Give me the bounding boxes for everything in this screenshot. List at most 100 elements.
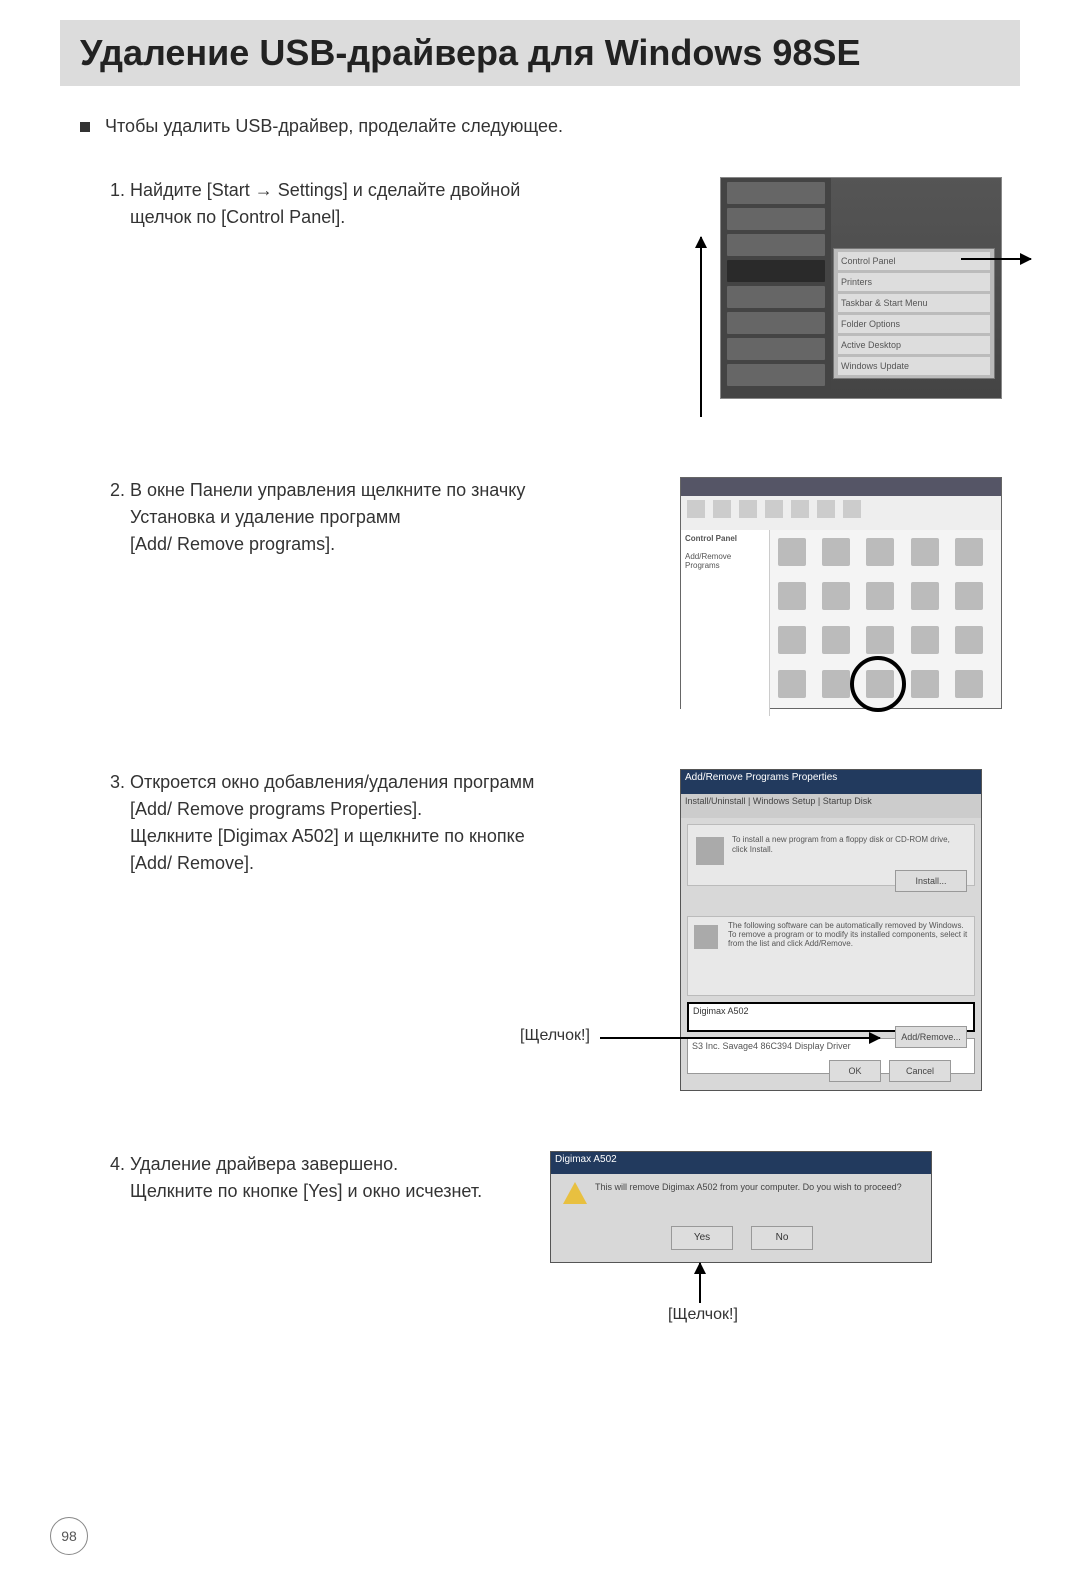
install-icon bbox=[696, 837, 724, 865]
cp-icon bbox=[955, 626, 983, 654]
intro-text: Чтобы удалить USB-драйвер, проделайте сл… bbox=[105, 116, 563, 136]
menu-item bbox=[727, 182, 825, 204]
submenu-item: Control Panel bbox=[838, 252, 990, 270]
step-4-line1: Удаление драйвера завершено. bbox=[130, 1154, 398, 1174]
step-3: 3. Откроется окно добавления/удаления пр… bbox=[110, 769, 1020, 1091]
cp-icon bbox=[822, 582, 850, 610]
step-4-number: 4. bbox=[110, 1154, 125, 1174]
step-3-line4: [Add/ Remove]. bbox=[110, 850, 660, 877]
cp-icon bbox=[955, 670, 983, 698]
page-title: Удаление USB-драйвера для Windows 98SE bbox=[80, 32, 1000, 74]
step-1-number: 1. bbox=[110, 180, 125, 200]
remove-icon bbox=[694, 925, 718, 949]
step-1: 1. Найдите [Start → Settings] и сделайте… bbox=[110, 177, 1020, 417]
toolbar-icon bbox=[765, 500, 783, 518]
cp-icon bbox=[955, 582, 983, 610]
add-remove-button: Add/Remove... bbox=[895, 1026, 967, 1048]
cp-icon bbox=[955, 538, 983, 566]
click-label: [Щелчок!] bbox=[520, 1027, 590, 1045]
submenu-item: Taskbar & Start Menu bbox=[838, 294, 990, 312]
figure-4: Digimax A502 This will remove Digimax A5… bbox=[550, 1151, 970, 1263]
submenu-item: Printers bbox=[838, 273, 990, 291]
step-2-line1: В окне Панели управления щелкните по зна… bbox=[130, 480, 525, 500]
toolbar-icon bbox=[739, 500, 757, 518]
menu-item bbox=[727, 312, 825, 334]
figure-3: Add/Remove Programs Properties Install/U… bbox=[680, 769, 1020, 1091]
step-3-line3: Щелкните [Digimax A502] и щелкните по кн… bbox=[110, 823, 660, 850]
menu-item bbox=[727, 286, 825, 308]
click-label-2: [Щелчок!] bbox=[668, 1306, 738, 1324]
submenu-item: Folder Options bbox=[838, 315, 990, 333]
circle-highlight-icon bbox=[850, 656, 906, 712]
yes-button: Yes bbox=[671, 1226, 733, 1250]
menu-item bbox=[727, 338, 825, 360]
arrow-up-icon bbox=[699, 1263, 701, 1303]
cp-icon bbox=[911, 670, 939, 698]
page-number: 98 bbox=[50, 1517, 88, 1555]
step-4-text: 4. Удаление драйвера завершено. Щелкните… bbox=[110, 1151, 550, 1205]
cp-icon bbox=[911, 626, 939, 654]
step-3-line1: Откроется окно добавления/удаления прогр… bbox=[130, 772, 534, 792]
sidebar-title: Control Panel bbox=[685, 534, 737, 543]
confirm-message: This will remove Digimax A502 from your … bbox=[595, 1182, 921, 1192]
cp-icon bbox=[911, 582, 939, 610]
cp-icon bbox=[778, 670, 806, 698]
screenshot-start-menu: Control Panel Printers Taskbar & Start M… bbox=[720, 177, 1002, 399]
control-panel-icons bbox=[770, 530, 1001, 716]
remove-panel: The following software can be automatica… bbox=[687, 916, 975, 996]
step-2-number: 2. bbox=[110, 480, 125, 500]
figure-2: Control Panel Add/Remove Programs bbox=[680, 477, 1020, 709]
cp-icon bbox=[778, 538, 806, 566]
bullet-square-icon bbox=[80, 122, 90, 132]
intro-line: Чтобы удалить USB-драйвер, проделайте сл… bbox=[80, 116, 1020, 137]
warning-icon bbox=[563, 1182, 587, 1204]
cp-icon bbox=[866, 582, 894, 610]
cp-icon bbox=[866, 538, 894, 566]
cp-icon bbox=[822, 626, 850, 654]
step-1-line2: щелчок по [Control Panel]. bbox=[110, 204, 660, 231]
step-3-text: 3. Откроется окно добавления/удаления пр… bbox=[110, 769, 680, 877]
step-4: 4. Удаление драйвера завершено. Щелкните… bbox=[110, 1151, 1020, 1351]
cp-icon bbox=[911, 538, 939, 566]
start-menu-column bbox=[721, 178, 831, 398]
step-1-text: 1. Найдите [Start → Settings] и сделайте… bbox=[110, 177, 680, 231]
install-button: Install... bbox=[895, 870, 967, 892]
control-panel-sidebar: Control Panel Add/Remove Programs bbox=[681, 530, 770, 716]
toolbar-icon bbox=[791, 500, 809, 518]
step-2-text: 2. В окне Панели управления щелкните по … bbox=[110, 477, 680, 558]
menu-item bbox=[727, 234, 825, 256]
settings-submenu: Control Panel Printers Taskbar & Start M… bbox=[833, 248, 995, 379]
cp-icon bbox=[822, 670, 850, 698]
confirm-titlebar: Digimax A502 bbox=[551, 1152, 931, 1174]
step-3-number: 3. bbox=[110, 772, 125, 792]
sidebar-text: Add/Remove Programs bbox=[685, 552, 731, 570]
step-1-line1: Найдите [Start → Settings] и сделайте дв… bbox=[130, 180, 520, 200]
dialog-titlebar: Add/Remove Programs Properties bbox=[681, 770, 981, 794]
screenshot-confirm-dialog: Digimax A502 This will remove Digimax A5… bbox=[550, 1151, 932, 1263]
dialog-tabs: Install/Uninstall | Windows Setup | Star… bbox=[681, 794, 981, 818]
toolbar-icon bbox=[687, 500, 705, 518]
cp-icon bbox=[778, 582, 806, 610]
screenshot-control-panel: Control Panel Add/Remove Programs bbox=[680, 477, 1002, 709]
menu-item bbox=[727, 208, 825, 230]
menu-item-settings bbox=[727, 260, 825, 282]
toolbar-icon bbox=[713, 500, 731, 518]
step-2: 2. В окне Панели управления щелкните по … bbox=[110, 477, 1020, 709]
no-button: No bbox=[751, 1226, 813, 1250]
submenu-item: Active Desktop bbox=[838, 336, 990, 354]
step-2-line2: Установка и удаление программ bbox=[110, 504, 660, 531]
install-text: To install a new program from a floppy d… bbox=[732, 835, 966, 854]
cp-icon bbox=[822, 538, 850, 566]
toolbar-icon bbox=[843, 500, 861, 518]
step-4-line2: Щелкните по кнопке [Yes] и окно исчезнет… bbox=[110, 1178, 530, 1205]
arrow-right-icon bbox=[961, 258, 1031, 260]
remove-text: The following software can be automatica… bbox=[728, 921, 967, 948]
figure-1: Control Panel Printers Taskbar & Start M… bbox=[680, 177, 1020, 417]
step-3-line2: [Add/ Remove programs Properties]. bbox=[110, 796, 660, 823]
toolbar-icon bbox=[817, 500, 835, 518]
ok-button: OK bbox=[829, 1060, 881, 1082]
submenu-item: Windows Update bbox=[838, 357, 990, 375]
arrow-up-icon bbox=[700, 237, 702, 417]
title-bar: Удаление USB-драйвера для Windows 98SE bbox=[60, 20, 1020, 86]
cancel-button: Cancel bbox=[889, 1060, 951, 1082]
